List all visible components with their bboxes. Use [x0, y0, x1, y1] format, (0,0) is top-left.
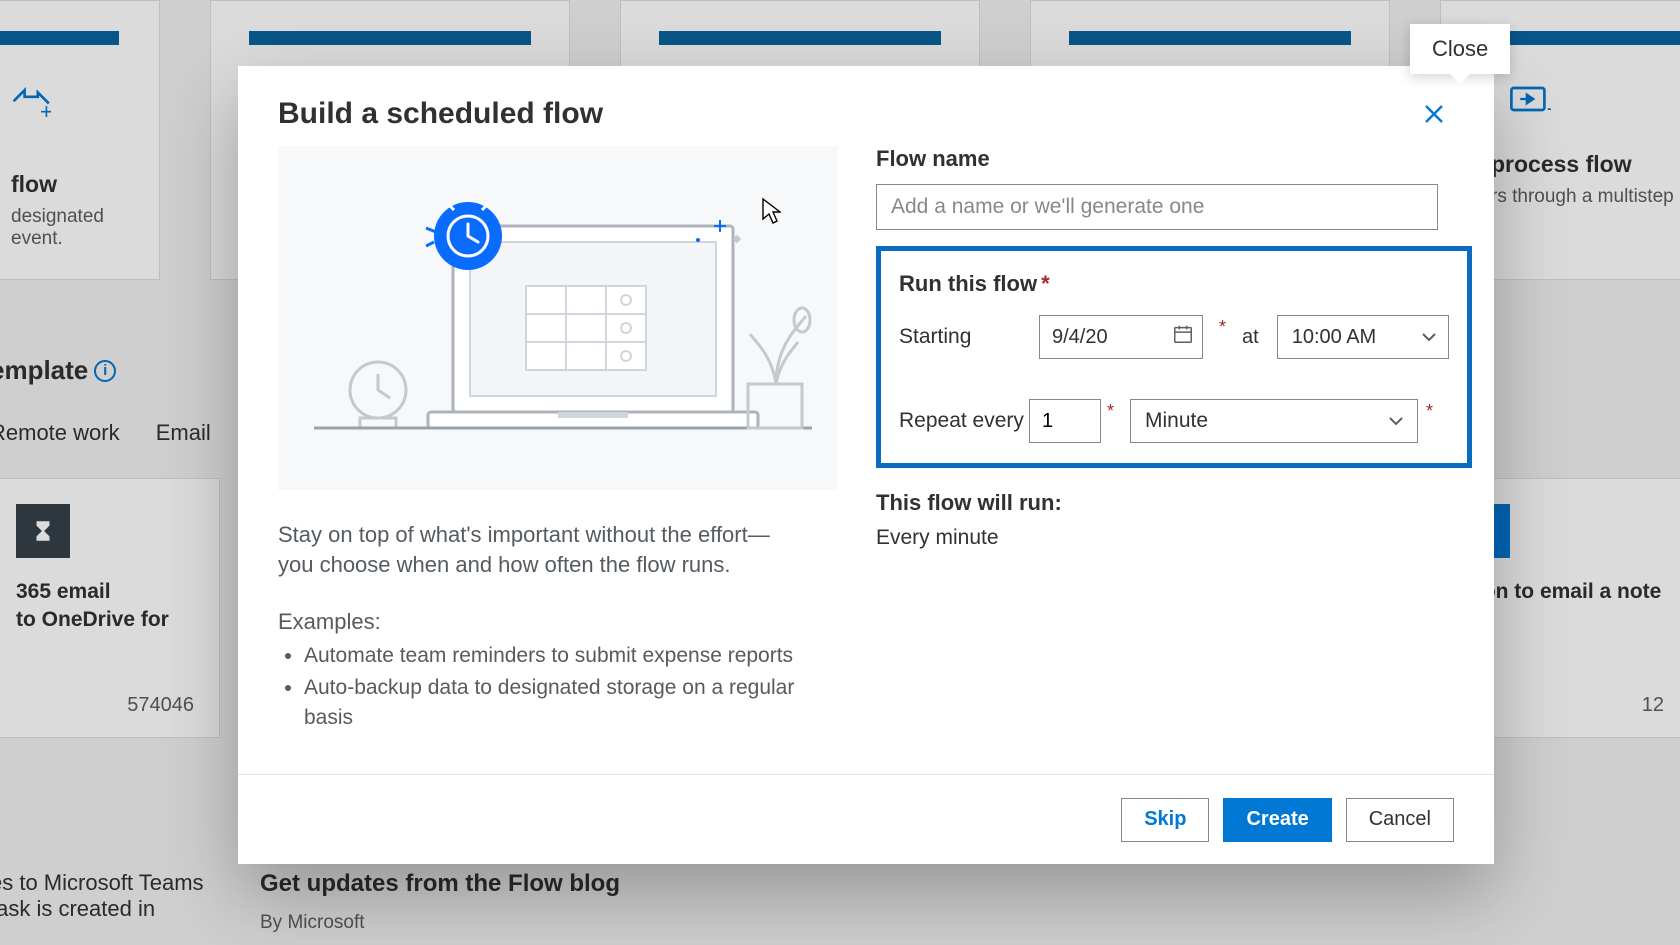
- start-date-input[interactable]: 9/4/20: [1039, 315, 1203, 359]
- chevron-down-icon: [1387, 412, 1405, 430]
- dialog-right-pane: Flow name Run this flow* Starting 9/4/20…: [838, 146, 1472, 754]
- starting-row: Starting 9/4/20 * at 10:00 AM: [899, 315, 1449, 359]
- required-indicator: *: [1219, 315, 1226, 338]
- at-label: at: [1242, 326, 1259, 349]
- starting-label: Starting: [899, 325, 1039, 349]
- required-indicator: *: [1426, 399, 1433, 422]
- flow-name-label: Flow name: [876, 146, 1472, 172]
- skip-button[interactable]: Skip: [1121, 798, 1209, 842]
- summary-text: Every minute: [876, 526, 1472, 550]
- run-flow-label: Run this flow*: [899, 271, 1449, 297]
- close-button[interactable]: [1414, 94, 1454, 134]
- repeat-row: Repeat every * Minute *: [899, 399, 1449, 443]
- summary-heading: This flow will run:: [876, 490, 1472, 516]
- examples-list: Automate team reminders to submit expens…: [304, 641, 802, 732]
- repeat-label: Repeat every: [899, 409, 1029, 433]
- dialog-description: Stay on top of what's important without …: [278, 520, 802, 581]
- example-item: Auto-backup data to designated storage o…: [304, 673, 802, 732]
- close-icon: [1423, 103, 1445, 125]
- cursor-icon: [761, 197, 781, 225]
- required-indicator: *: [1107, 399, 1114, 422]
- repeat-unit-select[interactable]: Minute: [1130, 399, 1418, 443]
- repeat-count-input[interactable]: [1029, 399, 1101, 443]
- cancel-button[interactable]: Cancel: [1346, 798, 1454, 842]
- calendar-icon: [1172, 323, 1194, 351]
- examples-label: Examples:: [278, 609, 802, 635]
- start-time-select[interactable]: 10:00 AM: [1277, 315, 1449, 359]
- create-button[interactable]: Create: [1223, 798, 1331, 842]
- dialog-footer: Skip Create Cancel: [238, 774, 1494, 864]
- schedule-highlight-box: Run this flow* Starting 9/4/20 * at 10:0…: [876, 246, 1472, 468]
- scheduled-flow-dialog: Build a scheduled flow: [238, 66, 1494, 864]
- chevron-down-icon: [1420, 328, 1438, 346]
- close-tooltip: Close: [1410, 24, 1510, 74]
- dialog-title: Build a scheduled flow: [278, 97, 603, 131]
- schedule-illustration: [278, 146, 838, 490]
- dialog-left-pane: Stay on top of what's important without …: [278, 146, 838, 754]
- example-item: Automate team reminders to submit expens…: [304, 641, 802, 670]
- flow-name-input[interactable]: [876, 184, 1438, 230]
